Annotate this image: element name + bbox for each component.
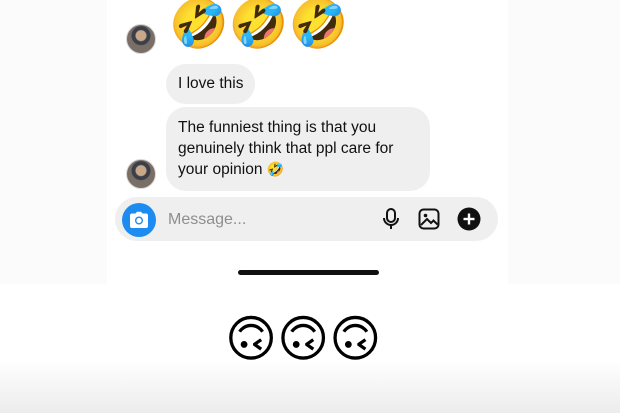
sender-avatar[interactable]: [126, 159, 156, 189]
message-bubble[interactable]: I love this: [166, 64, 256, 104]
message-text: I love this: [178, 75, 244, 92]
message-bubble[interactable]: The funniest thing is that you genuinely…: [166, 107, 430, 191]
camera-button[interactable]: [122, 203, 156, 237]
home-indicator[interactable]: [238, 270, 379, 275]
message-text: The funniest thing is that you genuinely…: [178, 119, 394, 178]
gallery-button[interactable]: [417, 207, 441, 231]
voice-button[interactable]: [379, 207, 403, 231]
image-icon: [418, 208, 440, 230]
left-margin: [0, 0, 107, 284]
message-composer: [115, 197, 498, 241]
right-margin: [508, 0, 620, 284]
message-emoji: 🤣: [266, 162, 285, 178]
upside-down-emojis: 🙃🙃🙃: [225, 310, 382, 368]
camera-icon: [130, 211, 148, 228]
microphone-icon: [383, 208, 399, 229]
plus-icon: [457, 207, 481, 231]
sender-avatar[interactable]: [126, 24, 156, 54]
more-button[interactable]: [457, 207, 481, 231]
emoji-message[interactable]: 🤣🤣🤣: [169, 0, 348, 48]
message-input[interactable]: [166, 208, 370, 232]
